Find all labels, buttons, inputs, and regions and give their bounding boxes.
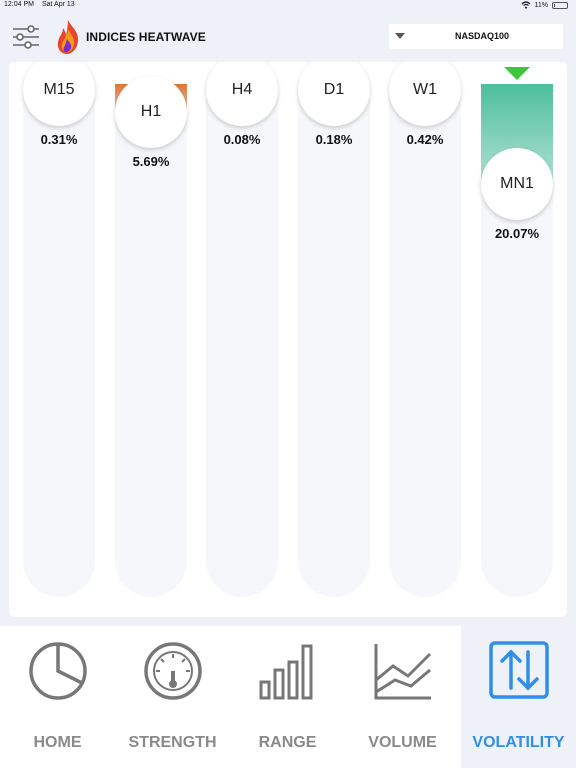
- timeframe-label: H1: [140, 103, 162, 120]
- timeframe-percent-h4: 0.08%: [223, 132, 261, 147]
- nav-strength-label: STRENGTH: [128, 734, 217, 751]
- timeframe-label: MN1: [500, 175, 534, 192]
- battery-icon: [552, 1, 568, 9]
- timeframe-button-h1[interactable]: H1: [115, 76, 187, 148]
- timeframe-button-m15[interactable]: M15: [23, 62, 95, 126]
- timeframe-label: H4: [231, 81, 253, 98]
- timeframe-column-h1: H1 5.69%: [115, 76, 187, 597]
- app-header: INDICES HEATWAVE NASDAQ100: [0, 12, 576, 62]
- timeframe-percent-w1: 0.42%: [406, 132, 444, 147]
- timeframe-button-mn1[interactable]: MN1: [481, 148, 553, 220]
- wifi-icon: [521, 1, 530, 9]
- filter-menu-button[interactable]: [11, 24, 41, 50]
- nav-strength[interactable]: STRENGTH: [115, 626, 230, 768]
- status-time: 12:04 PM: [4, 1, 34, 8]
- timeframe-column-mn1: MN1 20.07%: [481, 84, 553, 597]
- app-title: INDICES HEATWAVE: [86, 30, 206, 44]
- timeframe-percent-d1: 0.18%: [315, 132, 353, 147]
- nav-home-label: HOME: [33, 734, 82, 751]
- selected-index: NASDAQ100: [454, 31, 510, 41]
- nav-home[interactable]: HOME: [0, 626, 115, 768]
- index-selector[interactable]: NASDAQ100: [389, 24, 563, 49]
- timeframe-button-h4[interactable]: H4: [206, 62, 278, 126]
- timeframe-label: W1: [413, 81, 437, 98]
- nav-volatility[interactable]: VOLATILITY: [461, 626, 576, 768]
- timeframe-column-m15: M15 0.31%: [23, 62, 95, 597]
- timeframe-column-d1: D1 0.18%: [298, 62, 370, 597]
- flame-logo-icon: [57, 20, 79, 54]
- selected-marker-icon: [504, 67, 530, 80]
- timeframe-percent-m15: 0.31%: [40, 132, 78, 147]
- nav-volume[interactable]: VOLUME: [345, 626, 460, 768]
- status-date: Sat Apr 13: [41, 1, 75, 8]
- status-bar: 12:04 PM Sat Apr 13 11%: [0, 0, 576, 12]
- timeframe-label: M15: [43, 81, 75, 98]
- timeframe-column-h4: H4 0.08%: [206, 62, 278, 597]
- bar-chart-icon: [259, 644, 313, 700]
- nav-volatility-label: VOLATILITY: [472, 734, 565, 751]
- up-down-arrows-icon: [489, 641, 549, 699]
- nav-range-label: RANGE: [258, 734, 317, 751]
- timeframe-button-w1[interactable]: W1: [389, 62, 461, 126]
- pie-chart-icon: [29, 642, 87, 700]
- speedometer-icon: [144, 642, 202, 700]
- nav-volume-label: VOLUME: [368, 734, 437, 751]
- battery-percent: 11%: [534, 1, 549, 9]
- bottom-nav: HOME STRENGTH RANGE VOLUME VOLATILITY: [0, 626, 576, 768]
- timeframe-percent-h1: 5.69%: [132, 154, 170, 169]
- timeframe-label: D1: [323, 81, 345, 98]
- nav-range[interactable]: RANGE: [230, 626, 345, 768]
- line-chart-icon: [374, 644, 432, 700]
- sliders-icon: [13, 25, 39, 49]
- timeframe-button-d1[interactable]: D1: [298, 62, 370, 126]
- timeframe-column-w1: W1 0.42%: [389, 62, 461, 597]
- heatwave-panel: M15 0.31% H1 5.69% H4 0.08% D1 0.18% W1 0.42% MN1 2…: [9, 62, 567, 617]
- timeframe-percent-mn1: 20.07%: [494, 226, 540, 241]
